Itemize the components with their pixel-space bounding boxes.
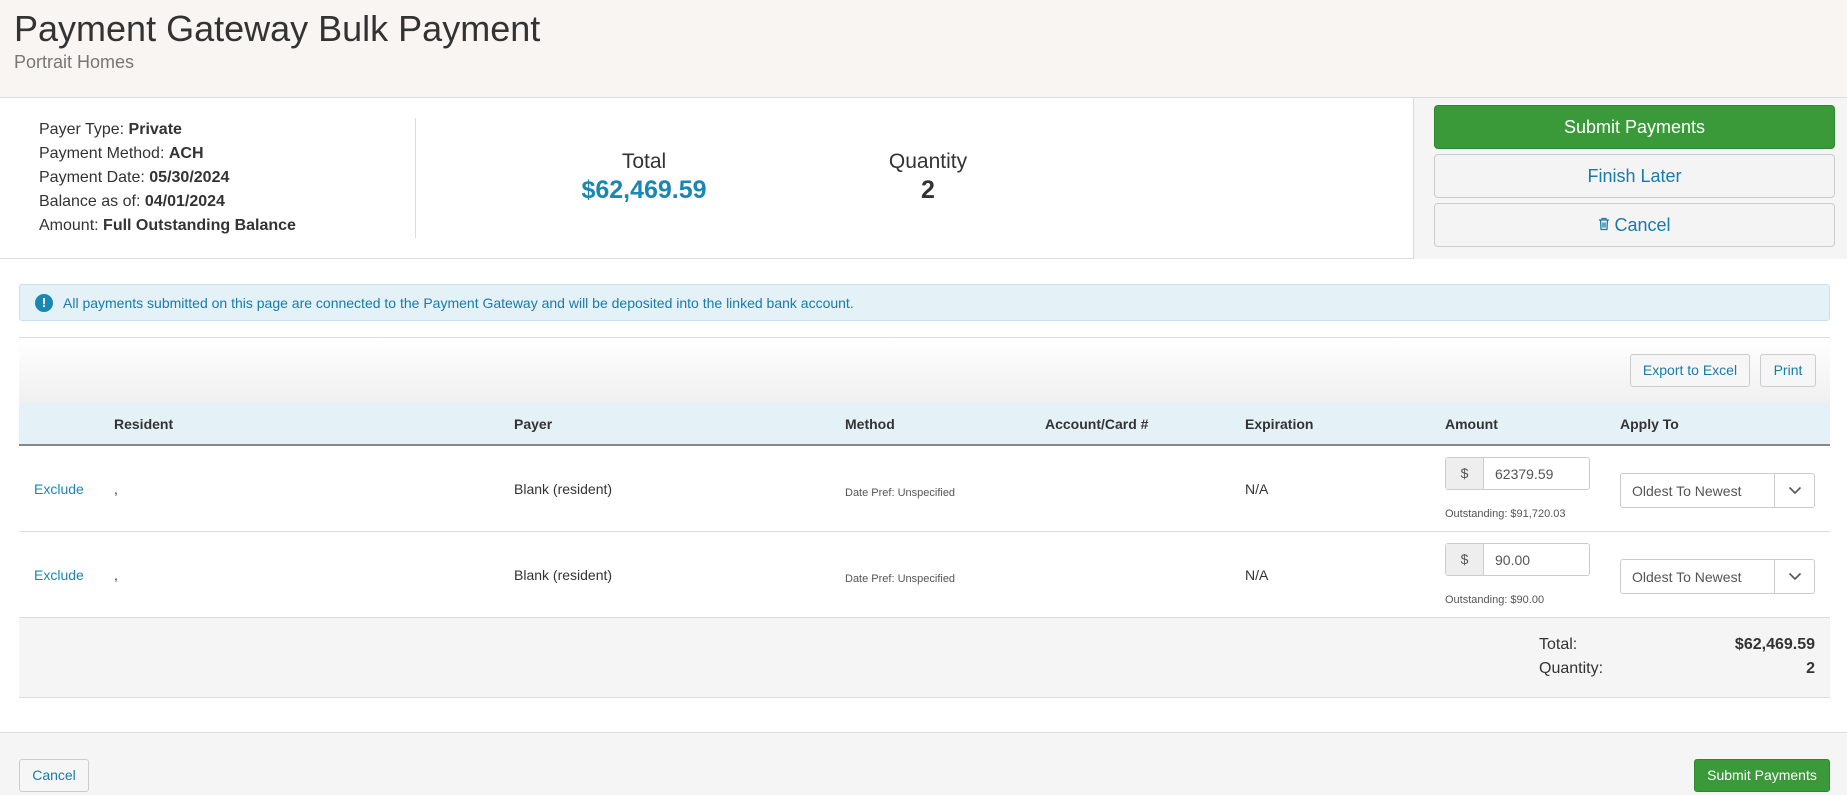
grid-toolbar: Export to Excel Print	[19, 338, 1830, 403]
column-header-account[interactable]: Account/Card #	[1045, 416, 1148, 432]
submit-payments-button[interactable]: Submit Payments	[1434, 105, 1835, 149]
payments-grid: Export to Excel Print Resident Payer Met…	[19, 337, 1830, 698]
column-header-method[interactable]: Method	[845, 416, 895, 432]
export-to-excel-button[interactable]: Export to Excel	[1630, 354, 1750, 387]
cancel-button-bottom[interactable]: Cancel	[19, 759, 89, 792]
balance-as-of-value: 04/01/2024	[144, 193, 225, 210]
total-value: $62,469.59	[581, 176, 707, 204]
chevron-down-icon	[1774, 474, 1814, 507]
outstanding-text: Outstanding: $90.00	[1445, 594, 1545, 606]
exclude-link[interactable]: Exclude	[34, 567, 84, 583]
total-stat: Total $62,469.59	[560, 150, 728, 205]
currency-addon: $	[1446, 458, 1484, 489]
payment-summary: Payer Type: Private Payment Method: ACH …	[0, 98, 1847, 259]
column-header-resident[interactable]: Resident	[114, 416, 173, 432]
expiration-cell: N/A	[1245, 567, 1269, 583]
apply-to-select[interactable]: Oldest To Newest	[1620, 473, 1815, 508]
resident-cell: ,	[114, 481, 118, 497]
amount-input-group: $	[1445, 457, 1590, 490]
payment-method-value: ACH	[168, 145, 204, 162]
trash-icon	[1598, 206, 1610, 248]
resident-cell: ,	[114, 567, 118, 583]
payer-type-value: Private	[128, 121, 182, 138]
column-header-expiration[interactable]: Expiration	[1245, 416, 1313, 432]
cancel-button-label: Cancel	[1614, 215, 1671, 235]
table-row: Exclude , Blank (resident) Date Pref: Un…	[19, 446, 1830, 532]
amount-line: Amount: Full Outstanding Balance	[39, 214, 296, 238]
payer-type-label: Payer Type:	[39, 121, 125, 138]
apply-to-value: Oldest To Newest	[1632, 483, 1742, 499]
quantity-stat: Quantity 2	[860, 150, 996, 205]
payer-cell: Blank (resident)	[514, 567, 613, 583]
payment-method-label: Payment Method:	[39, 145, 165, 162]
page-title: Payment Gateway Bulk Payment	[14, 8, 541, 49]
divider	[415, 118, 416, 238]
expiration-cell: N/A	[1245, 481, 1269, 497]
payment-date-label: Payment Date:	[39, 169, 145, 186]
total-label: Total	[621, 150, 667, 173]
method-cell: Date Pref: Unspecified	[845, 573, 956, 585]
footer-quantity-label: Quantity:	[1539, 660, 1604, 677]
finish-later-button[interactable]: Finish Later	[1434, 154, 1835, 198]
apply-to-select[interactable]: Oldest To Newest	[1620, 559, 1815, 594]
currency-addon: $	[1446, 544, 1484, 575]
chevron-down-icon	[1774, 560, 1814, 593]
exclude-link[interactable]: Exclude	[34, 481, 84, 497]
payment-date-value: 05/30/2024	[149, 169, 230, 186]
payment-method-line: Payment Method: ACH	[39, 142, 296, 166]
payer-cell: Blank (resident)	[514, 481, 613, 497]
payment-date-line: Payment Date: 05/30/2024	[39, 166, 296, 190]
exclamation-circle-icon: !	[35, 294, 53, 312]
balance-as-of-label: Balance as of:	[39, 193, 141, 210]
submit-payments-button-bottom[interactable]: Submit Payments	[1694, 759, 1830, 792]
amount-input-group: $	[1445, 543, 1590, 576]
column-header-payer[interactable]: Payer	[514, 416, 552, 432]
amount-label: Amount:	[39, 217, 99, 234]
table-footer: Total: $62,469.59 Quantity: 2	[19, 618, 1830, 698]
footer-total-value: $62,469.59	[1734, 636, 1815, 653]
balance-as-of-line: Balance as of: 04/01/2024	[39, 190, 296, 214]
info-alert: ! All payments submitted on this page ar…	[19, 284, 1830, 321]
amount-input[interactable]	[1485, 544, 1589, 575]
table-header: Resident Payer Method Account/Card # Exp…	[19, 403, 1830, 446]
quantity-value: 2	[921, 176, 935, 204]
page-header: Payment Gateway Bulk Payment Portrait Ho…	[0, 0, 1847, 98]
alert-text: All payments submitted on this page are …	[63, 295, 854, 311]
amount-value: Full Outstanding Balance	[103, 217, 296, 234]
page-footer: Cancel Submit Payments	[0, 732, 1847, 795]
column-header-apply-to[interactable]: Apply To	[1620, 416, 1679, 432]
page-subtitle: Portrait Homes	[14, 52, 135, 72]
payer-type-line: Payer Type: Private	[39, 118, 296, 142]
payment-details: Payer Type: Private Payment Method: ACH …	[39, 118, 296, 238]
cancel-button[interactable]: Cancel	[1434, 203, 1835, 247]
action-panel: Submit Payments Finish Later Cancel	[1413, 98, 1847, 259]
print-button[interactable]: Print	[1760, 354, 1816, 387]
column-header-amount[interactable]: Amount	[1445, 416, 1498, 432]
quantity-label: Quantity	[888, 150, 968, 173]
amount-input[interactable]	[1485, 458, 1589, 489]
method-cell: Date Pref: Unspecified	[845, 487, 956, 499]
footer-quantity-value: 2	[1806, 660, 1815, 677]
outstanding-text: Outstanding: $91,720.03	[1445, 508, 1566, 520]
table-row: Exclude , Blank (resident) Date Pref: Un…	[19, 532, 1830, 618]
apply-to-value: Oldest To Newest	[1632, 569, 1742, 585]
footer-total-label: Total:	[1539, 636, 1578, 653]
